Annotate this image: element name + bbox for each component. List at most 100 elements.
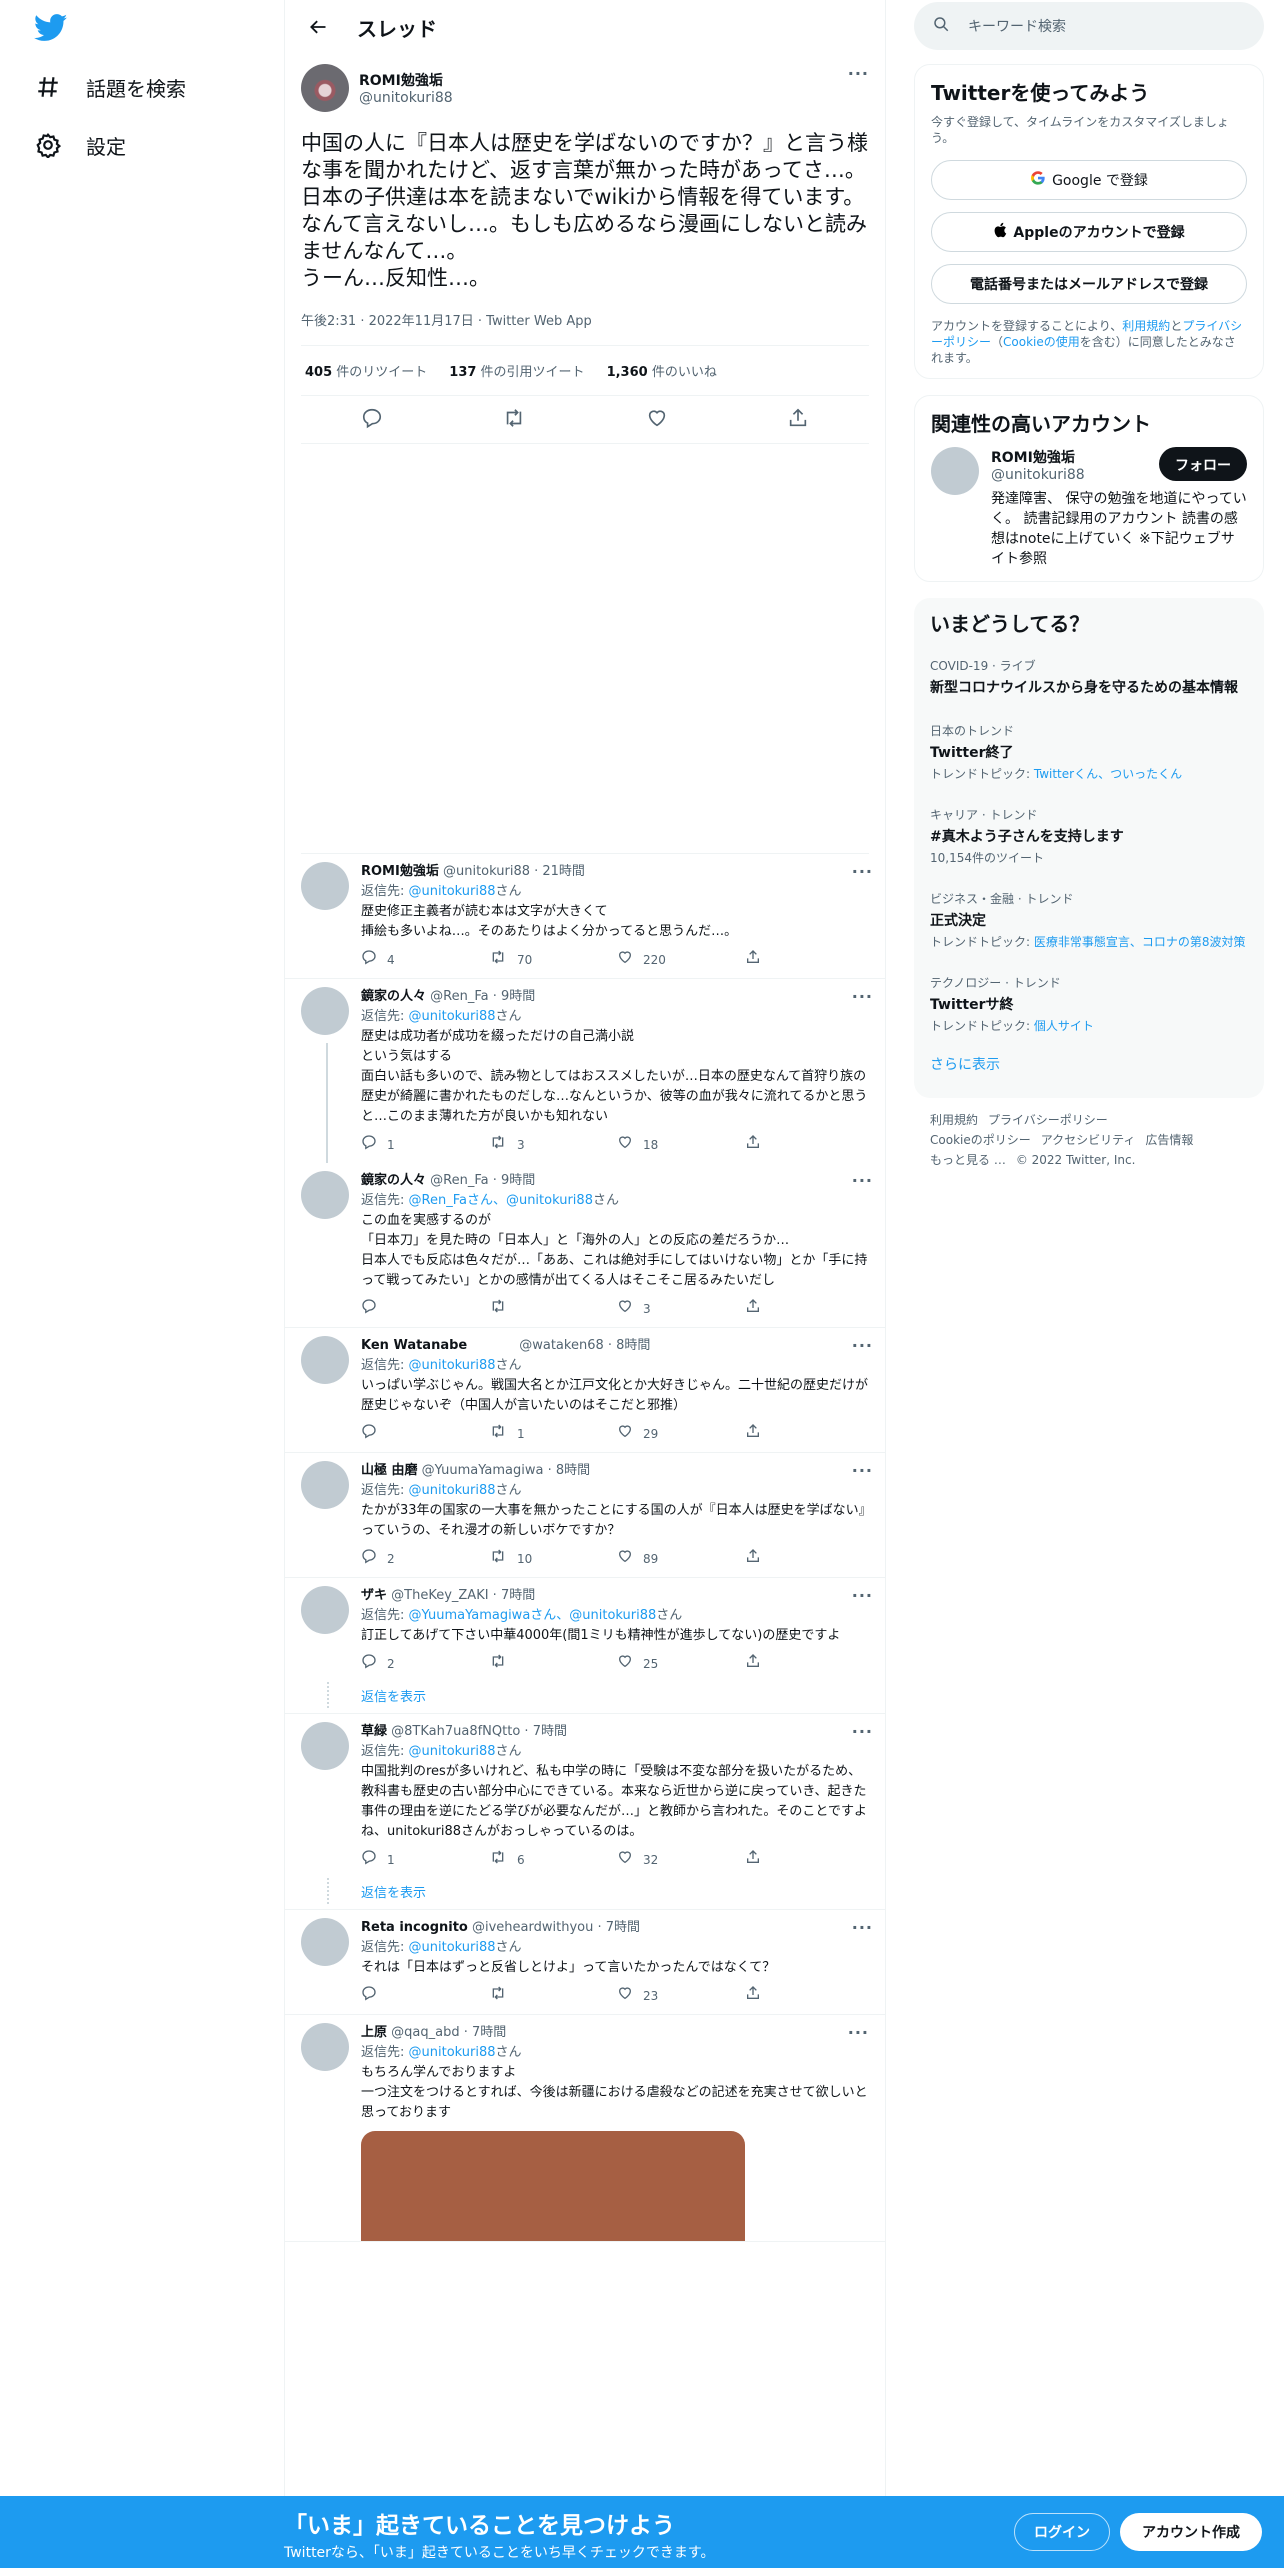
reply-to-handle[interactable]: @YuumaYamagiwaさん、@unitokuri88: [409, 1608, 657, 1623]
author-name[interactable]: ROMI勉強垢: [359, 70, 848, 90]
footer-accessibility-link[interactable]: アクセシビリティ: [1041, 1133, 1136, 1147]
retweet-button[interactable]: [489, 1653, 617, 1675]
share-button[interactable]: [745, 1423, 873, 1445]
reply-tweet[interactable]: 草緑 @8TKah7ua8fNQtto · 7時間 ··· 返信先: @unitok…: [285, 1714, 885, 1878]
share-button[interactable]: [745, 1298, 873, 1320]
reply-author-name[interactable]: 草緑: [361, 1724, 387, 1739]
avatar[interactable]: [301, 987, 349, 1035]
login-button[interactable]: ログイン: [1014, 2513, 1110, 2551]
quote-count-link[interactable]: 137 件の引用ツイート: [449, 361, 584, 380]
reply-to-handle[interactable]: @unitokuri88: [409, 1744, 496, 1759]
like-button[interactable]: 25: [617, 1653, 745, 1675]
reply-meta[interactable]: @8TKah7ua8fNQtto · 7時間: [387, 1724, 567, 1739]
reply-tweet[interactable]: ザキ @TheKey_ZAKI · 7時間 ··· 返信先: @YuumaYamag…: [285, 1578, 885, 1682]
reply-meta[interactable]: @TheKey_ZAKI · 7時間: [387, 1588, 535, 1603]
footer-terms-link[interactable]: 利用規約: [930, 1113, 978, 1127]
like-button[interactable]: 32: [617, 1849, 745, 1871]
avatar[interactable]: [301, 2023, 349, 2071]
retweet-icon[interactable]: [502, 407, 526, 433]
retweet-button[interactable]: 1: [489, 1423, 617, 1445]
reply-button[interactable]: 1: [361, 1134, 489, 1156]
share-button[interactable]: [745, 1653, 873, 1675]
more-options-icon[interactable]: ···: [852, 1586, 873, 1606]
reply-to-handle[interactable]: @Ren_Faさん、@unitokuri88: [409, 1193, 593, 1208]
search-input[interactable]: キーワード検索: [914, 2, 1264, 50]
retweet-button[interactable]: 3: [489, 1134, 617, 1156]
reply-to-handle[interactable]: @unitokuri88: [409, 1009, 496, 1024]
related-account[interactable]: ROMI勉強垢 @unitokuri88 フォロー 発達障害、 保守の勉強を地道…: [931, 447, 1247, 569]
related-name[interactable]: ROMI勉強垢: [991, 447, 1085, 467]
more-options-icon[interactable]: ···: [852, 1722, 873, 1742]
reply-button[interactable]: [361, 1423, 489, 1445]
reply-tweet[interactable]: 鏡家の人々 @Ren_Fa · 9時間 ··· 返信先: @Ren_Faさん、@un…: [285, 1163, 885, 1328]
like-button[interactable]: 29: [617, 1423, 745, 1445]
like-button[interactable]: 220: [617, 949, 745, 971]
reply-meta[interactable]: @qaq_abd · 7時間: [387, 2025, 506, 2040]
author-handle[interactable]: @unitokuri88: [359, 90, 848, 106]
more-options-icon[interactable]: ···: [852, 862, 873, 882]
reply-author-name[interactable]: ROMI勉強垢: [361, 864, 439, 879]
reply-meta[interactable]: @wataken68 · 8時間: [467, 1338, 650, 1353]
more-options-icon[interactable]: ···: [852, 1171, 873, 1191]
show-replies-link[interactable]: 返信を表示: [285, 1682, 885, 1714]
footer-cookie-link[interactable]: Cookieのポリシー: [930, 1133, 1031, 1147]
more-options-icon[interactable]: ···: [852, 987, 873, 1007]
reply-button[interactable]: [361, 1985, 489, 2007]
trend-item[interactable]: キャリア · トレンド #真木よう子さんを支持します 10,154件のツイート: [930, 794, 1248, 878]
more-options-icon[interactable]: ···: [848, 64, 869, 83]
reply-tweet[interactable]: 山極 由磨 @YuumaYamagiwa · 8時間 ··· 返信先: @unito…: [285, 1453, 885, 1578]
like-button[interactable]: 89: [617, 1548, 745, 1570]
nav-explore[interactable]: 話題を検索: [34, 65, 186, 109]
like-button[interactable]: 3: [617, 1298, 745, 1320]
avatar[interactable]: [931, 447, 979, 495]
trend-topic-link[interactable]: 医療非常事態宣言、コロナの第8波対策: [1034, 935, 1246, 949]
retweet-count-link[interactable]: 405 件のリツイート: [305, 361, 427, 380]
reply-tweet[interactable]: Ken Watanabe @wataken68 · 8時間 ··· 返信先: @un…: [285, 1328, 885, 1453]
avatar[interactable]: [301, 1586, 349, 1634]
footer-privacy-link[interactable]: プライバシーポリシー: [988, 1113, 1108, 1127]
trends-show-more[interactable]: さらに表示: [930, 1046, 1248, 1086]
reply-to-handle[interactable]: @unitokuri88: [409, 884, 496, 899]
twitter-logo-icon[interactable]: [33, 14, 70, 44]
avatar[interactable]: [301, 862, 349, 910]
reply-button[interactable]: [361, 1298, 489, 1320]
reply-to-handle[interactable]: @unitokuri88: [409, 2045, 496, 2060]
retweet-button[interactable]: [489, 1985, 617, 2007]
reply-button[interactable]: 4: [361, 949, 489, 971]
reply-meta[interactable]: @Ren_Fa · 9時間: [426, 1173, 535, 1188]
reply-author-name[interactable]: Ken Watanabe: [361, 1338, 467, 1353]
reply-to-handle[interactable]: @unitokuri88: [409, 1940, 496, 1955]
retweet-button[interactable]: 6: [489, 1849, 617, 1871]
retweet-button[interactable]: 10: [489, 1548, 617, 1570]
trend-topic-link[interactable]: Twitterくん、ついったくん: [1034, 767, 1182, 781]
reply-tweet[interactable]: 上原 @qaq_abd · 7時間 ··· 返信先: @unitokuri88さんも…: [285, 2015, 885, 2242]
reply-meta[interactable]: @YuumaYamagiwa · 8時間: [418, 1463, 590, 1478]
avatar[interactable]: [301, 64, 349, 112]
reply-to-handle[interactable]: @unitokuri88: [409, 1358, 496, 1373]
back-arrow-icon[interactable]: [301, 10, 335, 44]
reply-author-name[interactable]: 山極 由磨: [361, 1463, 418, 1478]
avatar[interactable]: [301, 1336, 349, 1384]
reply-meta[interactable]: @Ren_Fa · 9時間: [426, 989, 535, 1004]
tweet-meta[interactable]: 午後2:31 · 2022年11月17日 · Twitter Web App: [301, 310, 869, 346]
more-options-icon[interactable]: ···: [852, 1918, 873, 1938]
nav-settings[interactable]: 設定: [34, 123, 126, 167]
follow-button[interactable]: フォロー: [1159, 447, 1247, 481]
share-button[interactable]: [745, 1849, 873, 1871]
retweet-button[interactable]: [489, 1298, 617, 1320]
reply-to-handle[interactable]: @unitokuri88: [409, 1483, 496, 1498]
reply-author-name[interactable]: 鏡家の人々: [361, 1173, 426, 1188]
reply-tweet[interactable]: 鏡家の人々 @Ren_Fa · 9時間 ··· 返信先: @unitokuri88さ…: [285, 979, 885, 1163]
terms-link[interactable]: 利用規約: [1122, 319, 1170, 333]
like-icon[interactable]: [646, 407, 668, 433]
reply-button[interactable]: 2: [361, 1548, 489, 1570]
cookie-link[interactable]: Cookieの使用: [1003, 335, 1080, 349]
reply-meta[interactable]: @iveheardwithyou · 7時間: [468, 1920, 640, 1935]
share-icon[interactable]: [787, 407, 809, 433]
more-options-icon[interactable]: ···: [852, 1336, 873, 1356]
reply-button[interactable]: 2: [361, 1653, 489, 1675]
trend-item[interactable]: テクノロジー · トレンド Twitterサ終 トレンドトピック: 個人サイト: [930, 962, 1248, 1046]
reply-icon[interactable]: [361, 407, 383, 433]
show-replies-link[interactable]: 返信を表示: [285, 1878, 885, 1910]
share-button[interactable]: [745, 1134, 873, 1156]
